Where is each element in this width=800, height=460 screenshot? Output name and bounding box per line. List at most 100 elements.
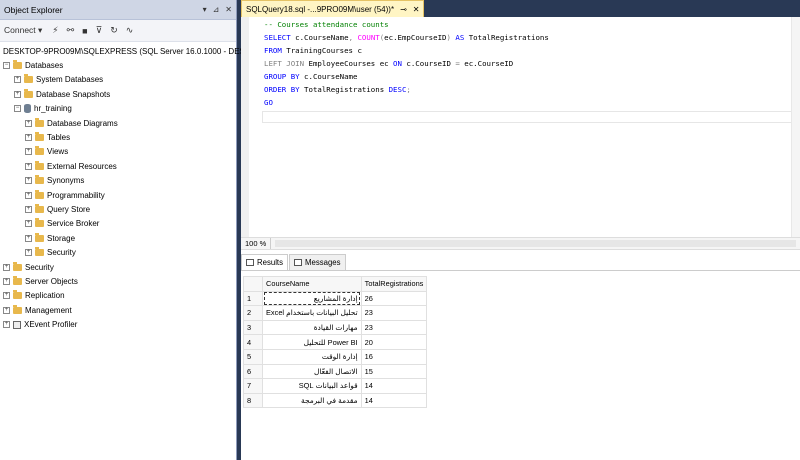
- grid-corner[interactable]: [243, 276, 263, 292]
- expand-icon[interactable]: +: [25, 191, 32, 199]
- tab-messages[interactable]: Messages: [289, 254, 346, 270]
- cell-coursename[interactable]: مقدمة في البرمجة: [262, 392, 362, 409]
- connect-button[interactable]: Connect ▾: [4, 25, 42, 36]
- tree-node[interactable]: − Databases: [0, 58, 236, 72]
- expand-icon[interactable]: +: [25, 119, 32, 127]
- code-line: -- Courses attendance counts: [264, 20, 389, 29]
- expand-icon[interactable]: +: [25, 134, 32, 142]
- table-row[interactable]: 3 مهارات القيادة 23: [243, 319, 428, 336]
- tree-node[interactable]: + Replication: [0, 289, 236, 303]
- code-editor[interactable]: -- Courses attendance counts SELECT c.Cou…: [241, 17, 800, 237]
- tree-node[interactable]: + Database Diagrams: [0, 116, 236, 130]
- column-header-totalregistrations[interactable]: TotalRegistrations: [360, 276, 428, 292]
- table-row[interactable]: 5 إدارة الوقت 16: [243, 348, 428, 365]
- table-row[interactable]: 7 قواعد البيانات SQL 14: [243, 378, 428, 394]
- row-number[interactable]: 5: [243, 348, 263, 365]
- row-number[interactable]: 2: [243, 305, 263, 321]
- cell-coursename[interactable]: قواعد البيانات SQL: [262, 378, 362, 394]
- cell-totalregistrations[interactable]: 16: [360, 348, 428, 365]
- cell-coursename[interactable]: مهارات القيادة: [262, 319, 362, 336]
- expand-icon[interactable]: +: [25, 148, 32, 156]
- expand-icon[interactable]: +: [3, 321, 10, 329]
- cell-coursename[interactable]: إدارة الوقت: [262, 348, 362, 365]
- activity-icon[interactable]: ∿: [126, 25, 134, 36]
- expand-icon[interactable]: +: [3, 263, 10, 271]
- expand-icon[interactable]: +: [25, 205, 32, 213]
- tree-node[interactable]: + XEvent Profiler: [0, 317, 236, 331]
- pin-icon[interactable]: ⊿: [213, 5, 220, 14]
- close-icon[interactable]: ✕: [225, 5, 232, 14]
- table-row[interactable]: 8 مقدمة في البرمجة 14: [243, 392, 428, 409]
- cell-coursename[interactable]: تحليل البيانات باستخدام Excel: [262, 305, 362, 321]
- stop-icon[interactable]: ■: [82, 26, 87, 36]
- tree-node[interactable]: + Tables: [0, 130, 236, 144]
- filter-icon[interactable]: ⊽: [96, 25, 103, 36]
- row-number[interactable]: 4: [243, 334, 263, 350]
- row-number[interactable]: 7: [243, 378, 263, 394]
- tree-node[interactable]: + Service Broker: [0, 217, 236, 231]
- expand-icon[interactable]: +: [3, 277, 10, 285]
- tree-node[interactable]: + Query Store: [0, 202, 236, 216]
- tree-node-server[interactable]: DESKTOP-9PRO09M\SQLEXPRESS (SQL Server 1…: [0, 44, 291, 58]
- tree-node[interactable]: + System Databases: [0, 73, 236, 87]
- tree-node-label: Server Objects: [25, 276, 78, 286]
- cell-coursename[interactable]: إدارة المشاريع: [262, 290, 362, 307]
- expand-icon[interactable]: +: [25, 220, 32, 228]
- cell-totalregistrations[interactable]: 14: [360, 392, 428, 409]
- close-icon[interactable]: ✕: [413, 5, 420, 14]
- table-row[interactable]: 4 Power BI للتحليل 20: [243, 334, 428, 350]
- tree-node[interactable]: + External Resources: [0, 159, 236, 173]
- folder-icon: [13, 290, 22, 300]
- tree-node[interactable]: + Storage: [0, 231, 236, 245]
- tree-node[interactable]: − hr_training: [0, 102, 236, 116]
- tree-node[interactable]: + Server Objects: [0, 274, 236, 288]
- cell-coursename[interactable]: الاتصال الفعّال: [262, 363, 362, 380]
- expand-icon[interactable]: +: [25, 249, 32, 257]
- tab-sqlquery18[interactable]: SQLQuery18.sql -...9PRO09M\user (54))* ⊸…: [241, 0, 425, 17]
- tree-node[interactable]: + Security: [0, 260, 236, 274]
- expand-icon[interactable]: +: [3, 292, 10, 300]
- expand-icon[interactable]: +: [25, 234, 32, 242]
- cell-totalregistrations[interactable]: 14: [360, 378, 428, 394]
- refresh-icon[interactable]: ↻: [110, 25, 118, 36]
- tree-node[interactable]: + Views: [0, 145, 236, 159]
- table-row[interactable]: 2 تحليل البيانات باستخدام Excel 23: [243, 305, 428, 321]
- tree-node[interactable]: + Synonyms: [0, 174, 236, 188]
- tab-results[interactable]: Results: [241, 254, 288, 270]
- cell-totalregistrations[interactable]: 15: [360, 363, 428, 380]
- dropdown-icon[interactable]: ▾: [203, 5, 207, 14]
- row-number[interactable]: 6: [243, 363, 263, 380]
- horizontal-scrollbar[interactable]: [275, 240, 796, 247]
- object-explorer-title: Object Explorer: [4, 4, 63, 15]
- vertical-scrollbar[interactable]: [791, 17, 800, 237]
- expand-icon[interactable]: +: [25, 162, 32, 170]
- expand-icon[interactable]: +: [14, 90, 21, 98]
- cell-totalregistrations[interactable]: 23: [360, 319, 428, 336]
- expand-icon[interactable]: +: [25, 177, 32, 185]
- cell-totalregistrations[interactable]: 23: [360, 305, 428, 321]
- expand-icon[interactable]: +: [3, 306, 10, 314]
- expand-icon[interactable]: +: [14, 76, 21, 84]
- cell-totalregistrations[interactable]: 20: [360, 334, 428, 350]
- tree-node[interactable]: + Security: [0, 245, 236, 259]
- connect-icon[interactable]: ⚡: [52, 25, 58, 36]
- collapse-icon[interactable]: −: [14, 105, 21, 113]
- query-editor-area: SQLQuery18.sql -...9PRO09M\user (54))* ⊸…: [241, 0, 800, 460]
- row-number[interactable]: 3: [243, 319, 263, 336]
- table-row[interactable]: 1 إدارة المشاريع 26: [243, 290, 428, 307]
- tree-node[interactable]: + Management: [0, 303, 236, 317]
- zoom-select[interactable]: 100 %: [241, 238, 272, 249]
- tree-node[interactable]: + Database Snapshots: [0, 87, 236, 101]
- pin-icon[interactable]: ⊸: [400, 5, 407, 14]
- cell-totalregistrations[interactable]: 26: [360, 290, 428, 307]
- tree-node[interactable]: + Programmability: [0, 188, 236, 202]
- row-number[interactable]: 1: [243, 290, 263, 307]
- code-token: ORDER BY: [264, 85, 305, 94]
- code-line: GROUP BY c.CourseName: [264, 72, 357, 81]
- collapse-icon[interactable]: −: [3, 62, 10, 70]
- row-number[interactable]: 8: [243, 392, 263, 409]
- cell-coursename[interactable]: Power BI للتحليل: [262, 334, 362, 350]
- disconnect-icon[interactable]: ⚯: [67, 25, 75, 36]
- column-header-coursename[interactable]: CourseName: [262, 276, 362, 292]
- table-row[interactable]: 6 الاتصال الفعّال 15: [243, 363, 428, 380]
